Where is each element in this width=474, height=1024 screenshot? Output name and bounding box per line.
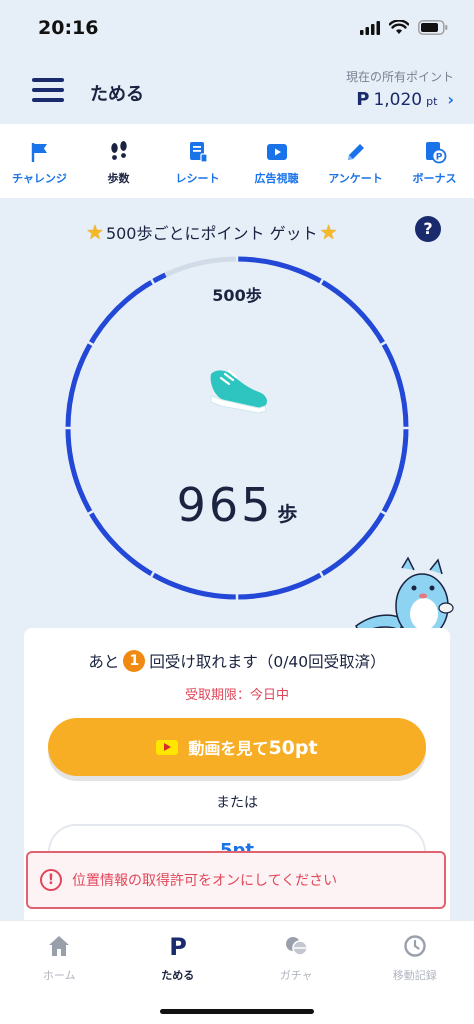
nav-label: ホーム: [42, 969, 76, 982]
points-unit: pt: [426, 95, 438, 108]
signal-icon: [360, 20, 380, 35]
tab-label: アンケート: [328, 172, 383, 185]
p-logo-icon: P: [356, 89, 370, 110]
menu-icon[interactable]: [32, 78, 64, 104]
nav-travel-log[interactable]: 移動記録: [356, 921, 474, 1024]
page-title: ためる: [90, 84, 144, 105]
clock-icon: [404, 935, 426, 957]
tab-label: ボーナス: [412, 172, 457, 185]
tab-label: 広告視聴: [254, 172, 299, 185]
star-icon: ★: [319, 220, 338, 244]
p-logo-icon: P: [169, 933, 187, 959]
claim-deadline: 受取期限：今日中: [184, 688, 289, 703]
tab-receipt[interactable]: レシート: [158, 124, 237, 198]
nav-label: 移動記録: [392, 969, 437, 982]
tab-label: チャレンジ: [12, 172, 67, 185]
heading-text: 500歩ごとにポイント ゲット: [105, 224, 318, 243]
tab-ad-viewing[interactable]: 広告視聴: [237, 124, 316, 198]
steps-counter: 965 歩: [0, 478, 474, 532]
svg-text:P: P: [435, 153, 442, 163]
tab-challenge[interactable]: チャレンジ: [0, 124, 79, 198]
location-permission-alert[interactable]: ! 位置情報の取得許可をオンにしてください: [26, 851, 446, 909]
tab-label: 歩数: [107, 172, 130, 185]
category-tabs: チャレンジ 歩数 レシート 広告視聴 アンケート P ボーナス: [0, 124, 474, 198]
steps-value: 965: [176, 478, 274, 532]
home-indicator: [160, 1009, 314, 1014]
app-header: ためる 現在の所有ポイント P 1,020 pt ›: [0, 58, 474, 124]
help-icon[interactable]: ?: [415, 216, 441, 242]
remaining-suffix: 回受け取れます（0/40回受取済）: [149, 653, 386, 671]
remaining-claims: あと 1 回受け取れます（0/40回受取済）: [24, 650, 450, 672]
status-time: 20:16: [38, 17, 99, 39]
video-icon: [156, 739, 179, 755]
steps-heading: ★ 500歩ごとにポイント ゲット ★: [0, 214, 474, 248]
points-value: 1,020: [373, 90, 423, 110]
goal-label: 500歩: [212, 286, 262, 305]
home-icon: [49, 936, 70, 956]
tab-bonus[interactable]: P ボーナス: [395, 124, 474, 198]
alert-text: 位置情報の取得許可をオンにしてください: [72, 873, 338, 889]
watch-video-button[interactable]: 動画を見て50pt: [48, 718, 426, 776]
wifi-icon: [389, 20, 409, 34]
svg-text:P: P: [169, 933, 187, 959]
alert-icon: !: [40, 869, 62, 891]
gacha-icon: [286, 937, 308, 956]
receipt-icon: [189, 142, 208, 163]
footprints-icon: [110, 141, 127, 160]
cta-label: 動画を見て: [188, 739, 269, 758]
chevron-right-icon: ›: [447, 90, 454, 109]
star-icon: ★: [86, 220, 104, 244]
cta-points: 50pt: [268, 737, 318, 759]
ring-progress-arc: [65, 256, 409, 600]
bonus-icon: P: [425, 142, 446, 164]
nav-home[interactable]: ホーム: [0, 921, 119, 1024]
battery-icon: [418, 20, 448, 35]
play-icon: [266, 144, 287, 160]
status-icons: [360, 20, 448, 35]
flag-icon: [31, 143, 47, 162]
or-divider-text: または: [216, 795, 258, 811]
sneaker-icon: [210, 369, 267, 414]
nav-label: ためる: [161, 969, 195, 982]
remaining-count-badge: 1: [123, 650, 146, 672]
points-balance-link[interactable]: P 1,020 pt ›: [356, 89, 454, 110]
status-bar: 20:16: [0, 0, 474, 58]
tab-label: レシート: [175, 172, 220, 185]
pencil-icon: [347, 144, 364, 160]
tab-survey[interactable]: アンケート: [316, 124, 395, 198]
remaining-prefix: あと: [88, 653, 120, 671]
tab-steps[interactable]: 歩数: [79, 124, 158, 198]
points-label: 現在の所有ポイント: [345, 70, 454, 84]
nav-label: ガチャ: [279, 969, 313, 982]
steps-unit: 歩: [277, 502, 298, 526]
